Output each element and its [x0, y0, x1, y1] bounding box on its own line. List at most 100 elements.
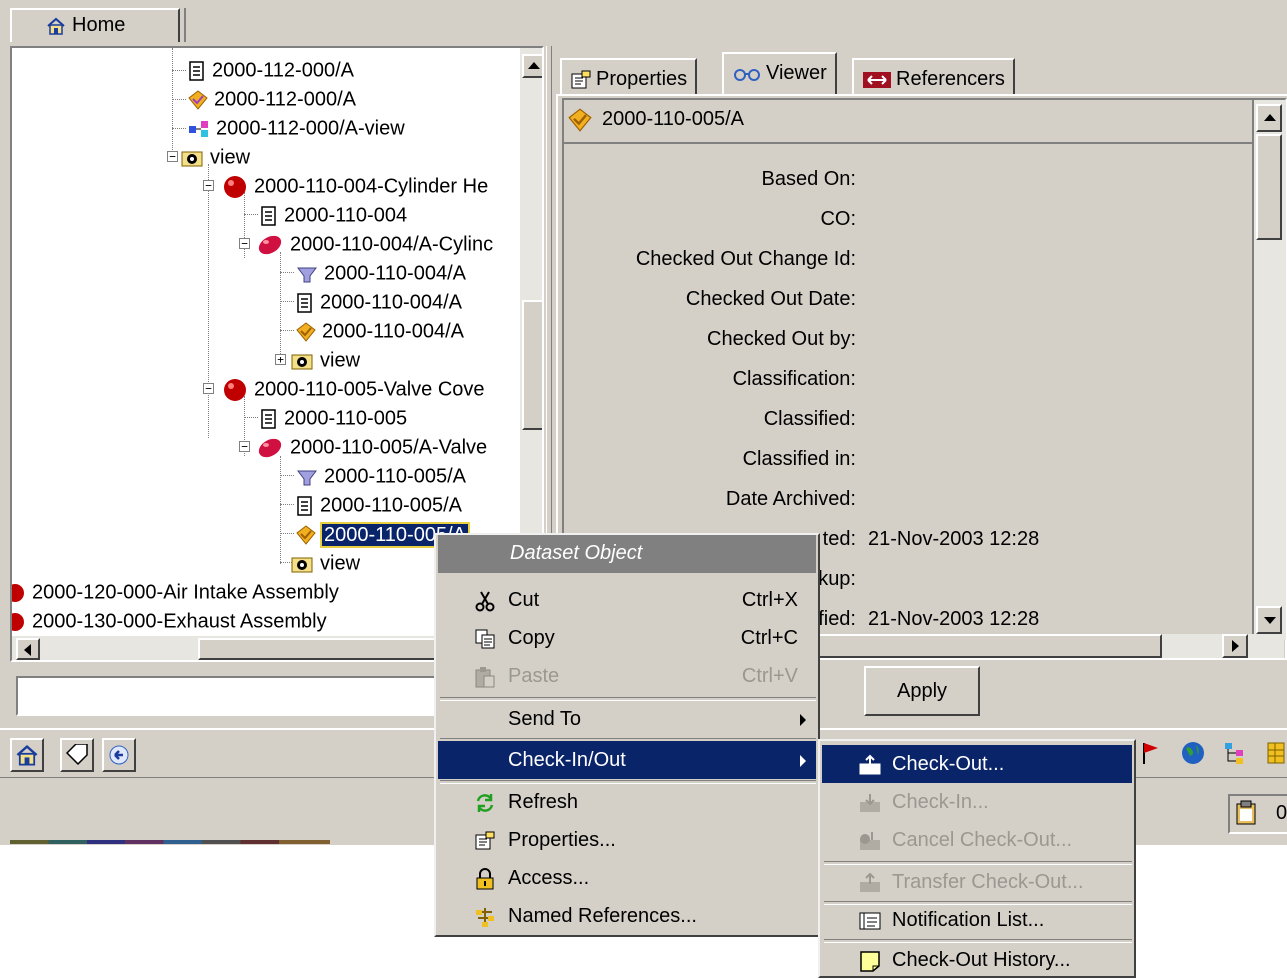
tag-toolbar-button[interactable] [60, 738, 94, 772]
context-menu-title: Dataset Object [510, 542, 643, 564]
submenu-item-check-out-history[interactable]: Check-Out History... [822, 941, 1132, 979]
scroll-down-button[interactable] [1256, 606, 1282, 634]
paste-icon [475, 667, 495, 688]
tree-node[interactable]: 2000-130-000-Exhaust Assembly [12, 607, 327, 635]
item-ball-icon [12, 612, 24, 631]
item-revision-icon [258, 438, 282, 457]
submenu-item-transfer-check-out[interactable]: Transfer Check-Out... [822, 863, 1132, 901]
prop-label: Classified in: [742, 448, 856, 470]
tree-node[interactable]: 2000-110-005/A-Valve [256, 433, 487, 461]
document-icon [261, 205, 276, 226]
glasses-icon [734, 68, 760, 81]
tree-node[interactable]: 2000-110-005 [260, 404, 407, 432]
tree-node[interactable]: 2000-110-004-Cylinder He [222, 172, 488, 200]
collapse-toggle[interactable]: − [203, 383, 214, 394]
tab-viewer[interactable]: Viewer [722, 52, 837, 96]
collapse-toggle[interactable]: − [239, 238, 250, 249]
scissors-icon [475, 591, 495, 612]
expand-toggle[interactable]: + [275, 354, 286, 365]
prop-label: Based On: [761, 168, 856, 190]
tab-divider [184, 8, 186, 42]
apply-button[interactable]: Apply [864, 666, 980, 716]
context-menu: Dataset Object Cut Ctrl+X Copy Ctrl+C Pa… [434, 533, 820, 937]
menu-item-check-in-out[interactable]: Check-In/Out [438, 741, 816, 779]
tree-node[interactable]: view [290, 549, 360, 577]
tree-node[interactable]: view [180, 143, 250, 171]
submenu-item-cancel-check-out[interactable]: Cancel Check-Out... [822, 821, 1132, 859]
menu-item-access[interactable]: Access... [438, 859, 816, 897]
collapse-toggle[interactable]: − [203, 180, 214, 191]
document-icon [189, 60, 204, 81]
scroll-thumb[interactable] [522, 300, 542, 430]
tab-properties[interactable]: Properties [560, 58, 698, 94]
flag-icon[interactable] [1138, 740, 1164, 766]
submenu-item-check-out[interactable]: Check-Out... [822, 745, 1132, 783]
prop-label: Date Archived: [725, 488, 856, 510]
menu-item-send-to[interactable]: Send To [438, 700, 816, 738]
tree-structure-icon[interactable] [1222, 740, 1248, 766]
check-in-icon [860, 794, 880, 812]
lock-icon [476, 868, 494, 890]
tag-icon [65, 744, 88, 766]
scroll-thumb[interactable] [1256, 134, 1282, 240]
refresh-icon [476, 794, 494, 812]
horizontal-scroll-thumb[interactable] [198, 638, 458, 660]
tree-node[interactable]: 2000-112-000/A-view [188, 114, 405, 142]
submenu-item-notification-list[interactable]: Notification List... [822, 901, 1132, 939]
prop-label: CO: [820, 208, 856, 230]
view-folder-icon [291, 557, 313, 573]
tree-node[interactable]: 2000-110-005-Valve Cove [222, 375, 485, 403]
collapse-toggle[interactable]: − [167, 151, 178, 162]
tree-node[interactable]: 2000-110-005/A [296, 491, 462, 519]
home-tab-label: Home [72, 14, 126, 36]
horizontal-scroll-thumb[interactable] [812, 634, 1162, 658]
document-icon [261, 408, 276, 429]
home-toolbar-button[interactable] [10, 738, 44, 772]
item-ball-icon [12, 583, 24, 602]
scroll-left-button[interactable] [16, 638, 40, 660]
clipboard-icon [1236, 800, 1256, 825]
prop-label: Classification: [732, 368, 856, 390]
clipboard-status[interactable]: 0 [1228, 794, 1287, 834]
tree-node[interactable]: 2000-110-005/A [296, 462, 466, 490]
prop-label: Checked Out Date: [685, 288, 856, 310]
scroll-up-button[interactable] [522, 54, 542, 78]
tree-node[interactable]: 2000-110-004/A [296, 259, 466, 287]
menu-item-paste[interactable]: Paste Ctrl+V [438, 657, 816, 695]
home-icon [46, 17, 66, 41]
referencers-icon [863, 71, 891, 88]
tree-node[interactable]: 2000-120-000-Air Intake Assembly [12, 578, 339, 606]
collapse-toggle[interactable]: − [239, 441, 250, 452]
tab-referencers-label: Referencers [896, 68, 1005, 90]
scroll-right-button[interactable] [1222, 634, 1248, 658]
cancel-check-out-icon [860, 832, 880, 850]
dataset-icon [296, 322, 316, 342]
menu-item-properties[interactable]: Properties... [438, 821, 816, 859]
scroll-up-button[interactable] [1256, 104, 1282, 132]
menu-item-copy[interactable]: Copy Ctrl+C [438, 619, 816, 657]
menu-item-refresh[interactable]: Refresh [438, 783, 816, 821]
tab-referencers[interactable]: Referencers [852, 58, 1015, 94]
tree-node[interactable]: 2000-112-000/A [188, 56, 354, 84]
tree-node[interactable]: view [290, 346, 360, 374]
tree-node[interactable]: 2000-110-004/A [296, 288, 462, 316]
viewer-vertical-scrollbar[interactable] [1252, 100, 1286, 640]
menu-item-named-references[interactable]: Named References... [438, 897, 816, 935]
item-ball-icon [224, 378, 246, 401]
prop-label: Checked Out Change Id: [635, 248, 856, 270]
document-icon [297, 292, 312, 313]
tab-viewer-label: Viewer [766, 62, 827, 84]
submenu-item-check-in[interactable]: Check-In... [822, 783, 1132, 821]
globe-icon[interactable] [1180, 740, 1206, 766]
home-icon [16, 745, 38, 766]
home-tab[interactable]: Home [10, 8, 180, 42]
tree-node[interactable]: 2000-110-004/A [296, 317, 464, 345]
tree-node[interactable]: 2000-112-000/A [188, 85, 356, 113]
tree-node[interactable]: 2000-110-004 [260, 201, 407, 229]
back-toolbar-button[interactable] [102, 738, 136, 772]
menu-item-cut[interactable]: Cut Ctrl+X [438, 581, 816, 619]
history-note-icon [860, 951, 880, 972]
tree-node[interactable]: 2000-110-004/A-Cylinc [256, 230, 493, 258]
grid-icon[interactable] [1266, 740, 1286, 766]
properties-icon [571, 70, 591, 89]
